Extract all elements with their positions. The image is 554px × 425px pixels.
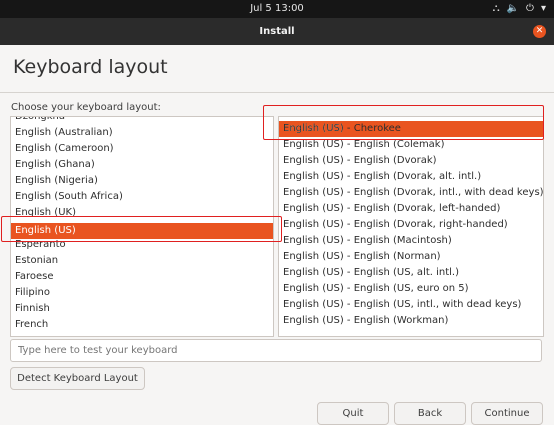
detect-keyboard-layout-button[interactable]: Detect Keyboard Layout (10, 367, 145, 390)
choose-layout-label: Choose your keyboard layout: (11, 102, 161, 113)
list-item[interactable]: Faroese (11, 269, 273, 285)
close-icon[interactable]: ✕ (533, 25, 546, 38)
window-title: Install (259, 26, 295, 37)
list-item[interactable]: English (US) - English (Workman) (279, 313, 543, 329)
selection-highlight-layout (1, 216, 282, 242)
list-item[interactable]: English (Australian) (11, 125, 273, 141)
list-item[interactable]: English (US) - English (Dvorak, intl., w… (279, 185, 543, 201)
variant-list[interactable]: English (US) English (US) - Cherokee Engli… (278, 116, 544, 337)
list-item[interactable]: English (US) - English (Norman) (279, 249, 543, 265)
list-item[interactable]: Estonian (11, 253, 273, 269)
list-item[interactable]: English (US) - English (Macintosh) (279, 233, 543, 249)
list-item[interactable]: Filipino (11, 285, 273, 301)
list-item[interactable]: Dzongkha (11, 117, 273, 125)
list-item[interactable]: English (US) - English (Dvorak, left-han… (279, 201, 543, 217)
top-bar: Jul 5 13:00 ⛬ 🔈 ⏻ ▾ (0, 0, 554, 18)
list-item[interactable]: English (Ghana) (11, 157, 273, 173)
back-button[interactable]: Back (394, 402, 466, 425)
clock[interactable]: Jul 5 13:00 (0, 0, 554, 18)
selection-highlight-variant (263, 105, 544, 140)
keyboard-test-input[interactable] (10, 339, 542, 362)
window-titlebar: Install ✕ (0, 18, 554, 45)
list-item[interactable]: English (Nigeria) (11, 173, 273, 189)
divider (0, 92, 554, 93)
system-tray[interactable]: ⛬ 🔈 ⏻ ▾ (486, 0, 546, 18)
list-item[interactable]: French (11, 317, 273, 333)
list-item[interactable]: English (US) - English (US, euro on 5) (279, 281, 543, 297)
continue-button[interactable]: Continue (471, 402, 543, 425)
list-item[interactable]: English (US) - English (Dvorak) (279, 153, 543, 169)
list-item[interactable]: English (US) - English (US, alt. intl.) (279, 265, 543, 281)
chevron-down-icon: ▾ (540, 3, 546, 14)
power-icon: ⏻ (526, 3, 534, 14)
page-title: Keyboard layout (13, 56, 168, 78)
list-item[interactable]: English (Cameroon) (11, 141, 273, 157)
list-item[interactable]: English (US) - English (Dvorak, alt. int… (279, 169, 543, 185)
list-item[interactable]: English (South Africa) (11, 189, 273, 205)
network-icon: ⛬ (492, 3, 500, 14)
list-item[interactable]: English (US) - English (Dvorak, right-ha… (279, 217, 543, 233)
list-item[interactable]: English (US) - English (US, intl., with … (279, 297, 543, 313)
volume-icon: 🔈 (506, 3, 520, 14)
quit-button[interactable]: Quit (317, 402, 389, 425)
list-item[interactable]: Finnish (11, 301, 273, 317)
